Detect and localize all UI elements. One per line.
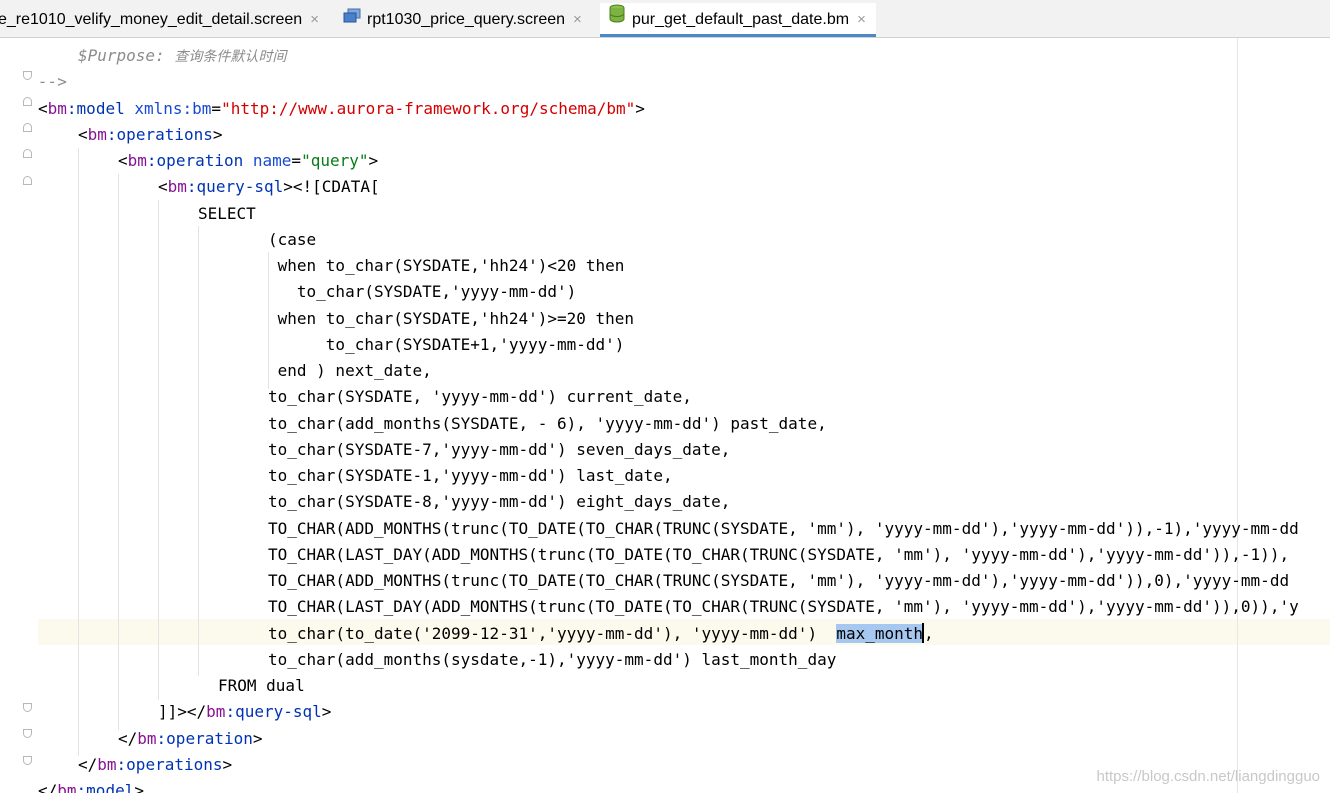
indent-guide <box>198 226 199 676</box>
watermark: https://blog.csdn.net/liangdingguo <box>1096 768 1321 785</box>
code-line-current: to_char(to_date('2099-12-31','yyyy-mm-dd… <box>268 623 934 643</box>
close-icon[interactable]: × <box>310 11 319 28</box>
code-line: <bm:operations> <box>78 125 223 144</box>
code-line: to_char(SYSDATE-8,'yyyy-mm-dd') eight_da… <box>268 492 731 511</box>
tab-rpt1030-price-query[interactable]: rpt1030_price_query.screen × <box>343 3 582 37</box>
fold-marker[interactable] <box>23 71 32 80</box>
code-editor[interactable]: $Purpose: 查询条件默认时间 --> --> <bm:model xml… <box>0 38 1330 793</box>
editor-gutter <box>0 38 38 793</box>
tab-label: rpt1030_price_query.screen <box>367 11 566 29</box>
close-icon[interactable]: × <box>573 11 582 28</box>
indent-guide <box>78 148 79 756</box>
code-line: </bm:operation> <box>118 729 263 748</box>
code-line: end ) next_date, <box>268 361 432 380</box>
code-line: (case <box>268 230 317 249</box>
fold-marker[interactable] <box>23 149 32 158</box>
code-line: to_char(SYSDATE-1,'yyyy-mm-dd') last_dat… <box>268 466 673 485</box>
code-line: when to_char(SYSDATE,'hh24')<20 then <box>268 256 625 275</box>
code-line: TO_CHAR(LAST_DAY(ADD_MONTHS(trunc(TO_DAT… <box>268 545 1290 564</box>
code-line: to_char(SYSDATE-7,'yyyy-mm-dd') seven_da… <box>268 440 731 459</box>
fold-marker[interactable] <box>23 703 32 712</box>
close-icon[interactable]: × <box>857 11 866 28</box>
indent-guide <box>118 174 119 730</box>
fold-marker[interactable] <box>23 756 32 765</box>
code-line: to_char(SYSDATE, 'yyyy-mm-dd') current_d… <box>268 387 692 406</box>
code-line: to_char(add_months(SYSDATE, - 6), 'yyyy-… <box>268 414 827 433</box>
fold-marker[interactable] <box>23 729 32 738</box>
tab-label: e_re1010_velify_money_edit_detail.screen <box>0 11 303 28</box>
code-line: $Purpose: 查询条件默认时间 <box>78 46 287 65</box>
code-line: </bm:operations> <box>78 755 233 774</box>
fold-marker[interactable] <box>23 123 32 132</box>
code-line: to_char(add_months(sysdate,-1),'yyyy-mm-… <box>268 650 837 669</box>
code-line: FROM dual <box>218 676 305 695</box>
editor-tab-bar: e_re1010_velify_money_edit_detail.screen… <box>0 0 1330 38</box>
tab-velify-money-edit-detail[interactable]: e_re1010_velify_money_edit_detail.screen… <box>0 3 319 37</box>
code-line: TO_CHAR(ADD_MONTHS(trunc(TO_DATE(TO_CHAR… <box>268 571 1290 590</box>
text-selection[interactable]: max_month <box>836 624 924 643</box>
code-line: --> <box>38 72 67 91</box>
code-line: <bm:query-sql><![CDATA[ <box>158 177 380 196</box>
code-line: to_char(SYSDATE,'yyyy-mm-dd') <box>268 282 577 301</box>
database-file-icon <box>608 3 626 37</box>
code-line: <bm:operation name="query"> <box>118 151 379 170</box>
tab-pur-get-default-past-date[interactable]: pur_get_default_past_date.bm × <box>600 3 876 37</box>
code-line: SELECT <box>198 204 256 223</box>
code-line: TO_CHAR(ADD_MONTHS(trunc(TO_DATE(TO_CHAR… <box>268 519 1299 538</box>
code-line: to_char(SYSDATE+1,'yyyy-mm-dd') <box>268 335 625 354</box>
fold-marker[interactable] <box>23 97 32 106</box>
code-line: ]]></bm:query-sql> <box>158 702 332 721</box>
fold-marker[interactable] <box>23 176 32 185</box>
code-line: </bm:model> <box>38 781 144 793</box>
code-line: TO_CHAR(LAST_DAY(ADD_MONTHS(trunc(TO_DAT… <box>268 597 1299 616</box>
tab-label: pur_get_default_past_date.bm <box>632 11 850 29</box>
indent-guide <box>158 200 159 700</box>
screen-file-icon <box>343 3 361 37</box>
right-margin-guide <box>1237 38 1238 793</box>
code-line: when to_char(SYSDATE,'hh24')>=20 then <box>268 309 635 328</box>
code-line: <bm:model xmlns:bm="http://www.aurora-fr… <box>38 99 645 118</box>
